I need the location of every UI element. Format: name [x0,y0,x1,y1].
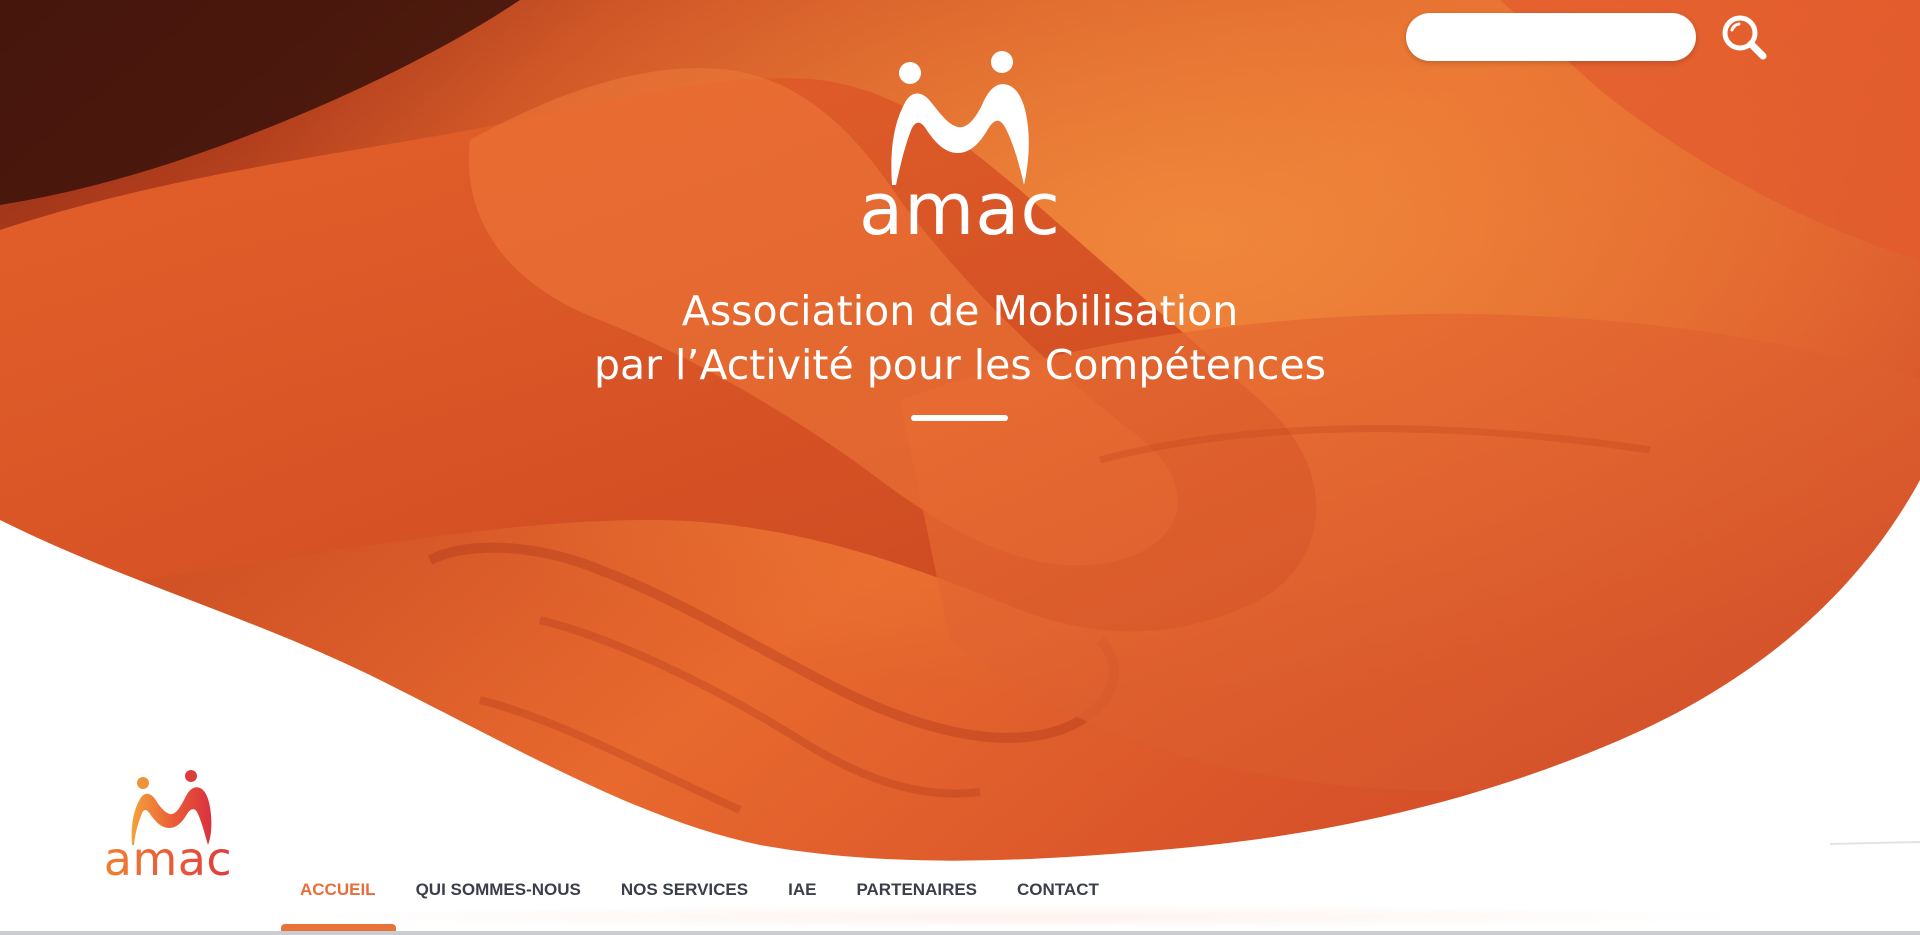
hero-logo: amac [820,45,1100,260]
tagline-divider [911,415,1008,421]
nav-item-partenaires[interactable]: PARTENAIRES [836,868,997,912]
nav-item-qui-sommes-nous[interactable]: QUI SOMMES-NOUS [396,868,601,912]
logo-figures-icon [891,51,1029,185]
site-logo[interactable]: amac [88,765,248,885]
hero-logo-text: amac [859,167,1061,251]
tagline-line-2: par l’Activité pour les Compétences [593,341,1327,389]
site-logo-text: amac [88,835,248,883]
hero-banner: amac Association de Mobilisation par l’A… [0,0,1920,935]
nav-item-iae[interactable]: IAE [768,868,836,912]
main-nav: ACCUEIL QUI SOMMES-NOUS NOS SERVICES IAE… [280,868,1119,912]
nav-item-accueil[interactable]: ACCUEIL [280,868,396,912]
tagline-line-1: Association de Mobilisation [681,287,1239,335]
search-input[interactable] [1406,13,1696,61]
search-button[interactable] [1716,10,1772,66]
nav-item-contact[interactable]: CONTACT [997,868,1119,912]
nav-item-nos-services[interactable]: NOS SERVICES [601,868,768,912]
search-icon [1722,15,1767,60]
hero-tagline: Association de Mobilisation par l’Activi… [460,284,1460,392]
nav-bottom-border [0,931,1920,935]
